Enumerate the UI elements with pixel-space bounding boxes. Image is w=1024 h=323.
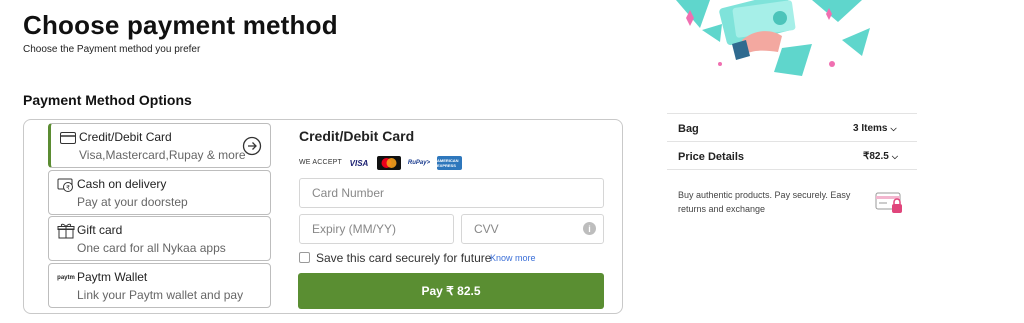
divider — [667, 141, 917, 142]
we-accept-label: WE ACCEPT — [299, 159, 343, 166]
payment-method-paytm[interactable]: paytm Paytm Wallet Link your Paytm walle… — [48, 263, 271, 308]
method-title: Gift card — [77, 223, 123, 237]
chevron-down-icon: ⌵ — [890, 124, 897, 133]
price-details-label: Price Details — [678, 151, 745, 163]
price-value: ₹82.5 — [863, 151, 889, 162]
amex-logo: AMERICAN EXPRESS — [437, 156, 462, 170]
info-icon[interactable]: i — [583, 222, 596, 235]
method-subtitle: One card for all Nykaa apps — [77, 241, 226, 255]
card-form-title: Credit/Debit Card — [299, 128, 415, 144]
method-subtitle: Visa,Mastercard,Rupay & more — [79, 148, 246, 162]
divider — [667, 113, 917, 114]
bag-value: 3 Items — [853, 123, 888, 134]
card-number-input[interactable] — [299, 178, 604, 208]
arrow-right-circle-icon — [242, 136, 262, 156]
pay-button[interactable]: Pay ₹ 82.5 — [298, 273, 604, 309]
chevron-down-icon: ⌵ — [891, 152, 898, 161]
payment-method-gift-card[interactable]: Gift card One card for all Nykaa apps — [48, 216, 271, 261]
svg-text:₹: ₹ — [66, 185, 70, 192]
method-title: Paytm Wallet — [77, 270, 148, 284]
save-card-checkbox[interactable] — [299, 252, 310, 263]
payment-method-card[interactable]: Credit/Debit Card Visa,Mastercard,Rupay … — [48, 123, 271, 168]
expiry-input[interactable] — [299, 214, 454, 244]
divider — [667, 169, 917, 170]
trust-message: Buy authentic products. Pay securely. Ea… — [678, 190, 851, 214]
price-dropdown[interactable]: ₹82.5 ⌵ — [863, 151, 898, 162]
payment-illustration — [676, 0, 870, 76]
page-title: Choose payment method — [23, 10, 338, 40]
secure-card-icon — [875, 192, 902, 213]
credit-card-icon — [59, 130, 77, 146]
page-subtitle: Choose the Payment method you prefer — [23, 44, 201, 55]
gift-icon — [57, 223, 75, 239]
method-title: Cash on delivery — [77, 177, 167, 191]
know-more-link[interactable]: Know more — [490, 253, 536, 263]
method-title: Credit/Debit Card — [79, 130, 172, 144]
bag-label: Bag — [678, 123, 699, 135]
mastercard-logo — [377, 156, 401, 170]
method-subtitle: Pay at your doorstep — [77, 195, 188, 209]
save-card-label: Save this card securely for future — [316, 251, 492, 265]
section-title: Payment Method Options — [23, 92, 192, 108]
bag-dropdown[interactable]: 3 Items ⌵ — [853, 123, 897, 134]
paytm-icon: paytm — [57, 275, 75, 281]
visa-logo: VISA — [349, 158, 369, 168]
method-subtitle: Link your Paytm wallet and pay — [77, 288, 244, 302]
cash-icon: ₹ — [57, 177, 75, 193]
payment-method-cod[interactable]: ₹ Cash on delivery Pay at your doorstep — [48, 170, 271, 215]
rupay-logo: RuPay> — [407, 160, 431, 166]
